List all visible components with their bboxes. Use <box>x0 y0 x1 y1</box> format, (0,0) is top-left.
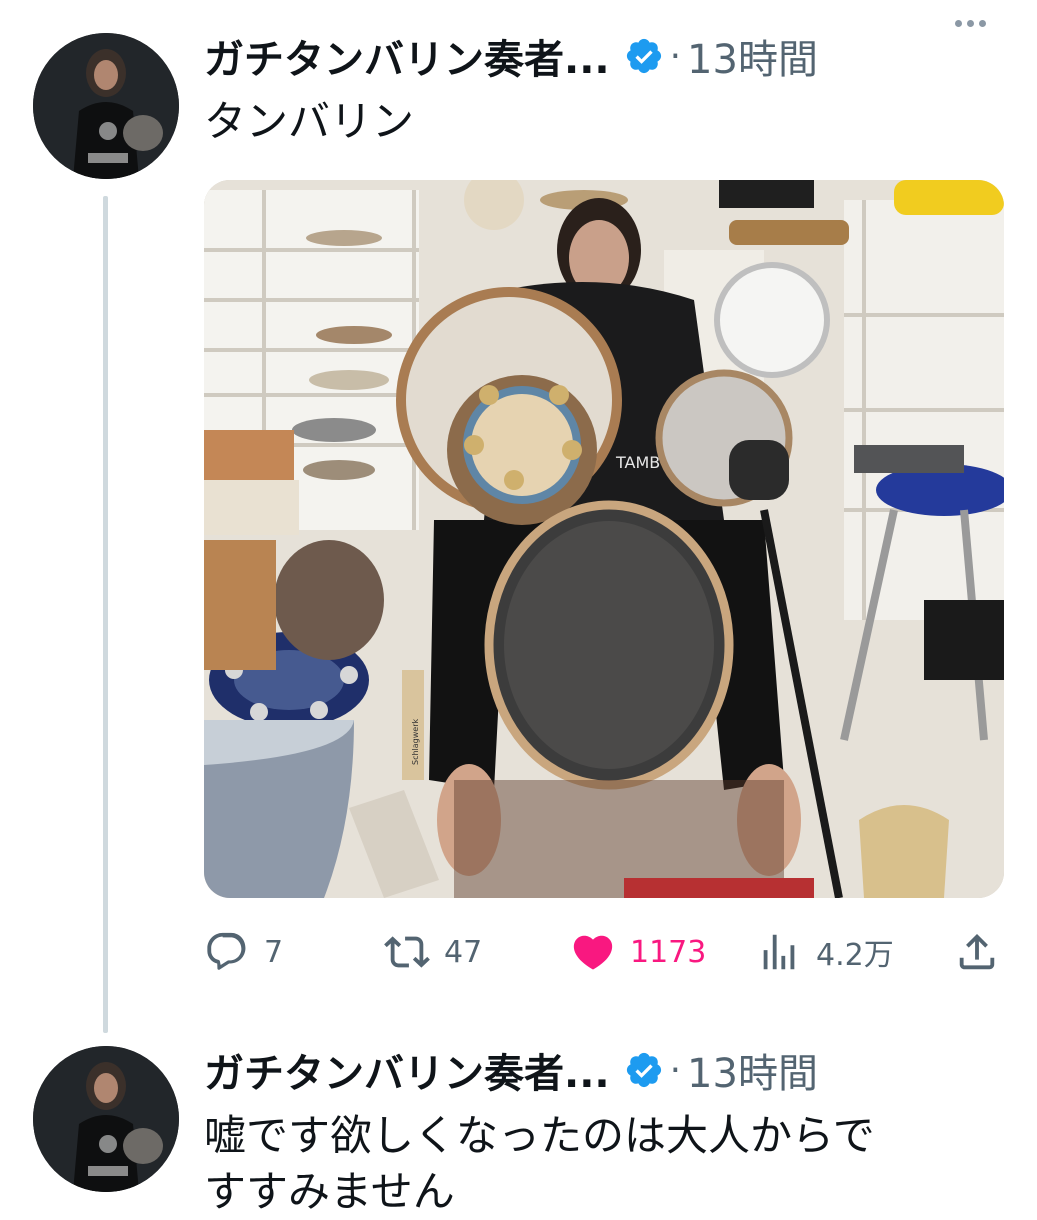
reply-count: 7 <box>264 934 284 970</box>
verified-badge-icon <box>626 38 661 74</box>
reply-icon <box>207 932 246 970</box>
author-avatar[interactable] <box>33 1046 179 1192</box>
tweet-text: 嘘です欲しくなったのは大人からで すすみません <box>204 1111 875 1216</box>
timestamp[interactable]: 13時間 <box>687 1041 818 1099</box>
tweet-header: ガチタンバリン奏者... · 13時間 <box>204 1040 818 1100</box>
author-name[interactable]: ガチタンバリン奏者... <box>204 1041 610 1099</box>
separator-dot: · <box>669 1049 682 1091</box>
share-icon <box>959 933 995 970</box>
share-button[interactable] <box>954 922 1000 982</box>
views-button[interactable]: 4.2万 <box>756 922 894 982</box>
tweet-photo[interactable]: TAMBOURINE <box>204 180 1004 898</box>
tweet-header: ガチタンバリン奏者... · 13時間 <box>204 26 818 86</box>
retweet-icon <box>384 936 430 968</box>
like-button[interactable]: 1173 <box>570 922 706 982</box>
bar-chart-icon <box>763 934 795 970</box>
more-options-icon[interactable] <box>955 20 986 27</box>
heart-icon <box>573 935 613 970</box>
author-name[interactable]: ガチタンバリン奏者... <box>204 27 610 85</box>
action-bar: 7 47 1173 4.2万 <box>204 922 1004 982</box>
retweet-button[interactable]: 47 <box>384 922 482 982</box>
verified-badge-icon <box>626 1052 661 1088</box>
reply-button[interactable]: 7 <box>204 922 283 982</box>
tweet-text: タンバリン <box>204 97 415 146</box>
like-count: 1173 <box>630 934 707 970</box>
views-count: 4.2万 <box>816 938 894 973</box>
retweet-count: 47 <box>444 934 483 970</box>
author-avatar[interactable] <box>33 33 179 179</box>
separator-dot: · <box>669 35 682 77</box>
timestamp[interactable]: 13時間 <box>687 27 818 85</box>
thread-line <box>103 196 108 1033</box>
stand-text: Schlagwerk <box>411 718 420 765</box>
